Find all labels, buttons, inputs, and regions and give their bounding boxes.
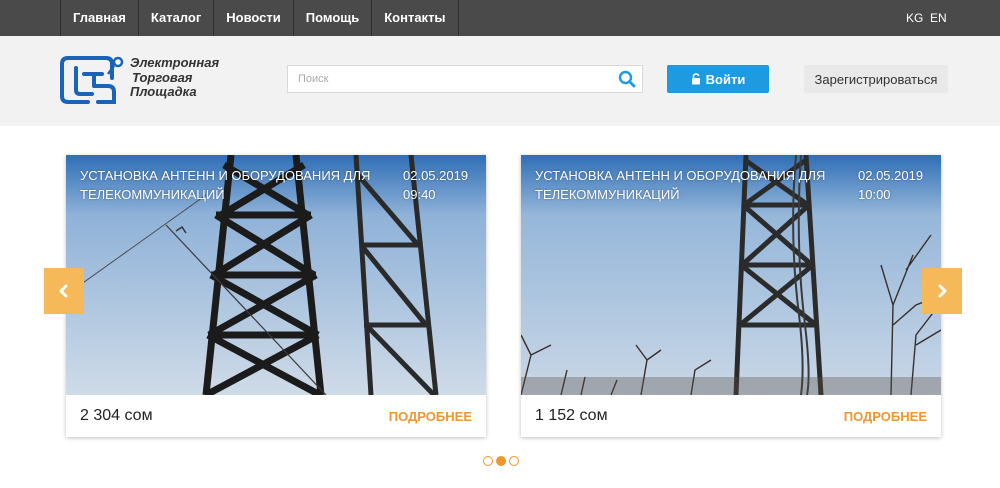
nav-item-help[interactable]: Помощь xyxy=(292,0,371,36)
logo-emblem-icon xyxy=(60,56,124,104)
card-2-datetime: 02.05.2019 10:00 xyxy=(858,166,938,204)
tower-photo-1: УСТАНОВКА АНТЕНН И ОБОРУДОВАНИЯ ДЛЯ ТЕЛЕ… xyxy=(66,155,486,395)
card-2-price: 1 152 сом xyxy=(535,407,608,424)
card-1-time: 09:40 xyxy=(403,187,436,202)
card-2-date: 02.05.2019 xyxy=(858,168,924,183)
site-logo[interactable]: Электронная Торговая Площадка xyxy=(58,52,248,108)
register-button[interactable]: Зарегистрироваться xyxy=(804,65,948,93)
chevron-right-icon xyxy=(938,284,947,298)
search-icon[interactable] xyxy=(618,70,636,88)
carousel-dot-3[interactable] xyxy=(509,456,519,466)
chevron-left-icon xyxy=(59,284,68,298)
tender-card-1[interactable]: УСТАНОВКА АНТЕНН И ОБОРУДОВАНИЯ ДЛЯ ТЕЛЕ… xyxy=(66,155,486,437)
card-2-title: УСТАНОВКА АНТЕНН И ОБОРУДОВАНИЯ ДЛЯ ТЕЛЕ… xyxy=(535,168,826,202)
card-1-date: 02.05.2019 xyxy=(403,168,469,183)
search-input[interactable] xyxy=(288,66,608,92)
card-1-datetime: 02.05.2019 09:40 xyxy=(403,166,483,204)
top-navbar: Главная Каталог Новости Помощь Контакты … xyxy=(0,0,1000,36)
search-box xyxy=(287,65,643,93)
logo-line-2: Торговая xyxy=(132,69,193,85)
lang-kg-link[interactable]: KG xyxy=(906,0,923,36)
nav-item-contacts[interactable]: Контакты xyxy=(371,0,459,36)
carousel-next-button[interactable] xyxy=(922,268,962,314)
login-button[interactable]: Войти xyxy=(667,65,769,93)
card-2-time: 10:00 xyxy=(858,187,891,202)
card-2-more-link[interactable]: ПОДРОБНЕЕ xyxy=(844,409,927,424)
carousel-prev-button[interactable] xyxy=(44,268,84,314)
site-header: Электронная Торговая Площадка Войти Заре… xyxy=(0,36,1000,126)
card-1-title: УСТАНОВКА АНТЕНН И ОБОРУДОВАНИЯ ДЛЯ ТЕЛЕ… xyxy=(80,168,371,202)
login-label: Войти xyxy=(705,71,746,87)
lang-en-link[interactable]: EN xyxy=(930,0,947,36)
card-1-price: 2 304 сом xyxy=(80,407,153,424)
logo-text: Электронная Торговая Площадка xyxy=(130,55,220,100)
main-nav: Главная Каталог Новости Помощь Контакты xyxy=(60,0,459,36)
carousel-dot-1[interactable] xyxy=(483,456,493,466)
nav-item-home[interactable]: Главная xyxy=(60,0,138,36)
logo-line-3: Площадка xyxy=(130,84,197,99)
tender-card-2[interactable]: УСТАНОВКА АНТЕНН И ОБОРУДОВАНИЯ ДЛЯ ТЕЛЕ… xyxy=(521,155,941,437)
lock-icon xyxy=(691,73,700,85)
logo-line-1: Электронная xyxy=(130,55,220,70)
carousel-pagination xyxy=(483,456,522,466)
carousel-dot-2[interactable] xyxy=(496,456,506,466)
tower-photo-2: УСТАНОВКА АНТЕНН И ОБОРУДОВАНИЯ ДЛЯ ТЕЛЕ… xyxy=(521,155,941,395)
nav-item-news[interactable]: Новости xyxy=(213,0,293,36)
nav-item-catalog[interactable]: Каталог xyxy=(137,0,213,36)
card-1-more-link[interactable]: ПОДРОБНЕЕ xyxy=(389,409,472,424)
